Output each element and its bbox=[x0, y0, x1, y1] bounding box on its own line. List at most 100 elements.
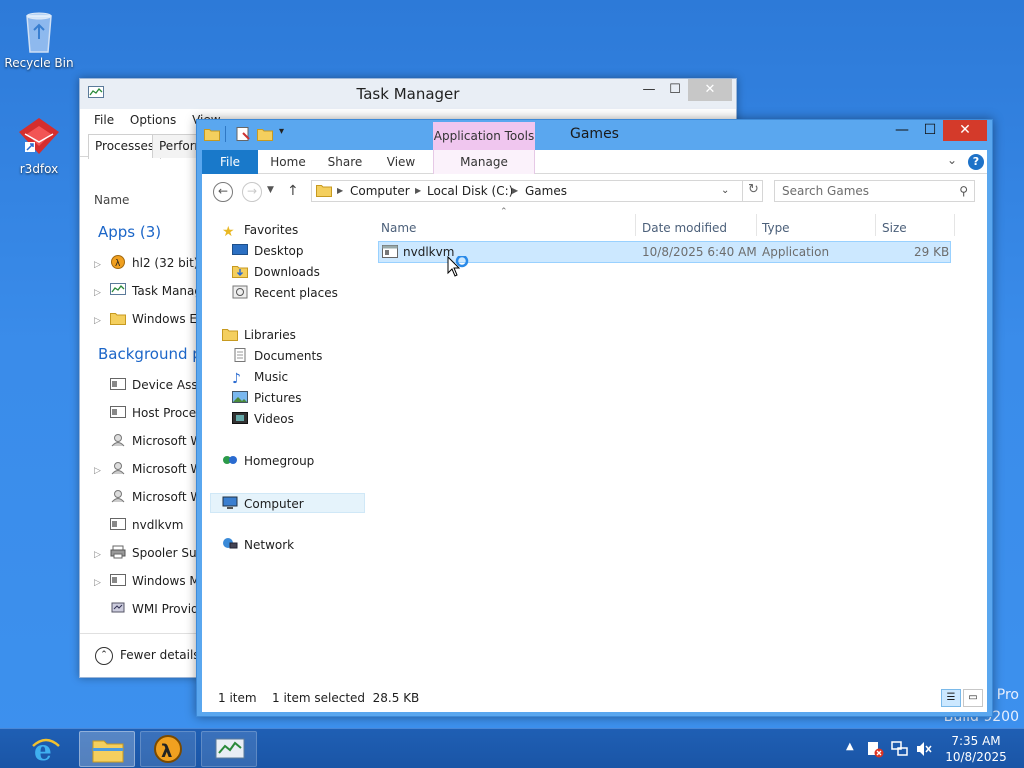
folder-icon bbox=[110, 309, 126, 325]
expand-arrow-icon[interactable]: ▷ bbox=[94, 543, 110, 565]
nav-favorites[interactable]: ★ Favorites bbox=[222, 220, 298, 240]
file-size: 29 KB bbox=[914, 245, 950, 259]
expand-arrow-icon[interactable]: ▷ bbox=[94, 309, 110, 331]
column-header-date-modified[interactable]: Date modified bbox=[642, 218, 727, 238]
nav-computer[interactable]: Computer bbox=[210, 493, 365, 513]
show-hidden-icons-icon[interactable]: ▲ bbox=[846, 741, 854, 768]
tab-processes[interactable]: Processes bbox=[88, 134, 162, 159]
search-host-icon bbox=[110, 487, 126, 503]
search-host-icon bbox=[110, 431, 126, 447]
apps-heading: Apps (3) bbox=[98, 223, 162, 241]
forward-arrow-icon[interactable]: → bbox=[242, 182, 262, 202]
explorer-title-bar[interactable]: ▾ Application Tools Games — ☐ ✕ bbox=[197, 120, 992, 152]
nav-videos[interactable]: Videos bbox=[232, 409, 294, 429]
nav-homegroup[interactable]: Homegroup bbox=[222, 451, 314, 471]
taskbar-clock[interactable]: 7:35 AM 10/8/2025 bbox=[938, 733, 1014, 765]
maximize-button[interactable]: ☐ bbox=[662, 79, 688, 101]
column-header-type[interactable]: Type bbox=[762, 218, 790, 238]
refresh-icon[interactable]: ↻ bbox=[742, 180, 764, 202]
tab-home[interactable]: Home bbox=[262, 150, 314, 174]
menu-options[interactable]: Options bbox=[130, 109, 176, 131]
expand-arrow-icon[interactable]: ▷ bbox=[94, 459, 110, 481]
task-manager-icon bbox=[215, 738, 245, 765]
search-input[interactable]: Search Games ⚲ bbox=[774, 180, 975, 202]
desktop-icon-r3dfox[interactable]: r3dfox bbox=[4, 114, 74, 176]
recent-places-icon bbox=[232, 285, 248, 299]
expand-ribbon-icon[interactable]: ⌄ bbox=[947, 153, 957, 167]
documents-icon bbox=[232, 348, 248, 362]
column-header-size[interactable]: Size bbox=[882, 218, 907, 238]
fewer-details-link[interactable]: Fewer details bbox=[120, 648, 200, 662]
pictures-icon bbox=[232, 390, 248, 404]
expand-arrow-icon[interactable]: ▷ bbox=[94, 571, 110, 593]
nav-network[interactable]: Network bbox=[222, 535, 294, 555]
taskbar-file-explorer[interactable] bbox=[79, 731, 135, 767]
volume-muted-icon[interactable] bbox=[915, 740, 933, 768]
details-view-icon[interactable]: ☰ bbox=[941, 689, 961, 707]
nav-music[interactable]: ♪ Music bbox=[232, 367, 288, 387]
close-button[interactable]: ✕ bbox=[688, 79, 732, 101]
network-status-icon[interactable] bbox=[891, 740, 909, 768]
recycle-bin-icon bbox=[19, 6, 59, 54]
desktop-icon-recycle-bin[interactable]: Recycle Bin bbox=[4, 6, 74, 70]
mouse-pointer-icon bbox=[447, 254, 473, 283]
application-icon bbox=[110, 403, 126, 418]
videos-icon bbox=[232, 411, 248, 425]
chevron-up-icon[interactable]: ⌃ bbox=[95, 647, 113, 665]
recent-locations-icon[interactable]: ▼ bbox=[267, 185, 274, 195]
breadcrumb-games[interactable]: Games bbox=[525, 181, 567, 201]
process-name: nvdlkvm bbox=[132, 518, 184, 532]
menu-file[interactable]: File bbox=[94, 109, 114, 131]
task-manager-title-bar[interactable]: Task Manager — ☐ ✕ bbox=[80, 79, 736, 109]
column-header-name[interactable]: Name bbox=[94, 193, 129, 207]
column-header-name[interactable]: Name bbox=[381, 218, 416, 238]
maximize-button[interactable]: ☐ bbox=[917, 120, 943, 141]
nav-documents[interactable]: Documents bbox=[232, 346, 322, 366]
explorer-window[interactable]: ▾ Application Tools Games — ☐ ✕ File Hom… bbox=[196, 119, 993, 717]
up-arrow-icon[interactable]: ↑ bbox=[287, 183, 299, 199]
close-button[interactable]: ✕ bbox=[943, 120, 987, 141]
nav-libraries[interactable]: Libraries bbox=[222, 325, 296, 345]
nav-downloads[interactable]: Downloads bbox=[232, 262, 320, 282]
status-item-count: 1 item bbox=[218, 691, 257, 705]
file-type: Application bbox=[762, 245, 830, 259]
tab-manage[interactable]: Manage bbox=[433, 150, 535, 174]
breadcrumb-computer[interactable]: Computer bbox=[350, 181, 410, 201]
large-icons-view-icon[interactable]: ▭ bbox=[963, 689, 983, 707]
taskbar-task-manager[interactable] bbox=[201, 731, 257, 767]
breadcrumb-local-disk[interactable]: Local Disk (C:) bbox=[427, 181, 513, 201]
back-arrow-icon[interactable]: ← bbox=[213, 182, 233, 202]
breadcrumb-separator-icon[interactable]: ▶ bbox=[512, 181, 518, 201]
minimize-button[interactable]: — bbox=[889, 120, 915, 141]
address-toolbar: ← → ▼ ↑ ▶ Computer ▶ Local Disk (C:) ▶ G… bbox=[202, 174, 987, 210]
clock-time: 7:35 AM bbox=[951, 734, 1001, 748]
expand-arrow-icon[interactable]: ▷ bbox=[94, 281, 110, 303]
breadcrumb-separator-icon[interactable]: ▶ bbox=[415, 181, 421, 201]
expand-arrow-icon[interactable]: ▷ bbox=[94, 253, 110, 275]
star-icon: ★ bbox=[222, 224, 235, 240]
svg-text:λ: λ bbox=[161, 741, 172, 762]
action-center-icon[interactable] bbox=[866, 740, 884, 768]
address-bar[interactable]: ▶ Computer ▶ Local Disk (C:) ▶ Games ⌄ bbox=[311, 180, 763, 202]
desktop-icon bbox=[232, 243, 248, 257]
file-explorer-icon bbox=[92, 737, 124, 766]
tab-file[interactable]: File bbox=[202, 150, 258, 174]
address-dropdown-icon[interactable]: ⌄ bbox=[721, 181, 729, 201]
tab-share[interactable]: Share bbox=[318, 150, 372, 174]
tab-view[interactable]: View bbox=[376, 150, 426, 174]
search-icon[interactable]: ⚲ bbox=[959, 181, 968, 201]
application-icon bbox=[110, 515, 126, 530]
nav-desktop[interactable]: Desktop bbox=[232, 241, 304, 261]
nav-pictures[interactable]: Pictures bbox=[232, 388, 302, 408]
r3dfox-icon bbox=[15, 114, 63, 160]
taskbar-internet-explorer[interactable]: e bbox=[18, 731, 74, 767]
clock-date: 10/8/2025 bbox=[945, 750, 1007, 764]
minimize-button[interactable]: — bbox=[636, 79, 662, 101]
breadcrumb-separator-icon[interactable]: ▶ bbox=[337, 181, 343, 201]
help-icon[interactable]: ? bbox=[968, 154, 984, 170]
taskbar-half-life-2[interactable]: λ bbox=[140, 731, 196, 767]
svg-text:λ: λ bbox=[115, 259, 121, 269]
background-processes-heading: Background processes bbox=[98, 345, 198, 363]
column-divider bbox=[954, 214, 955, 236]
nav-recent-places[interactable]: Recent places bbox=[232, 283, 338, 303]
